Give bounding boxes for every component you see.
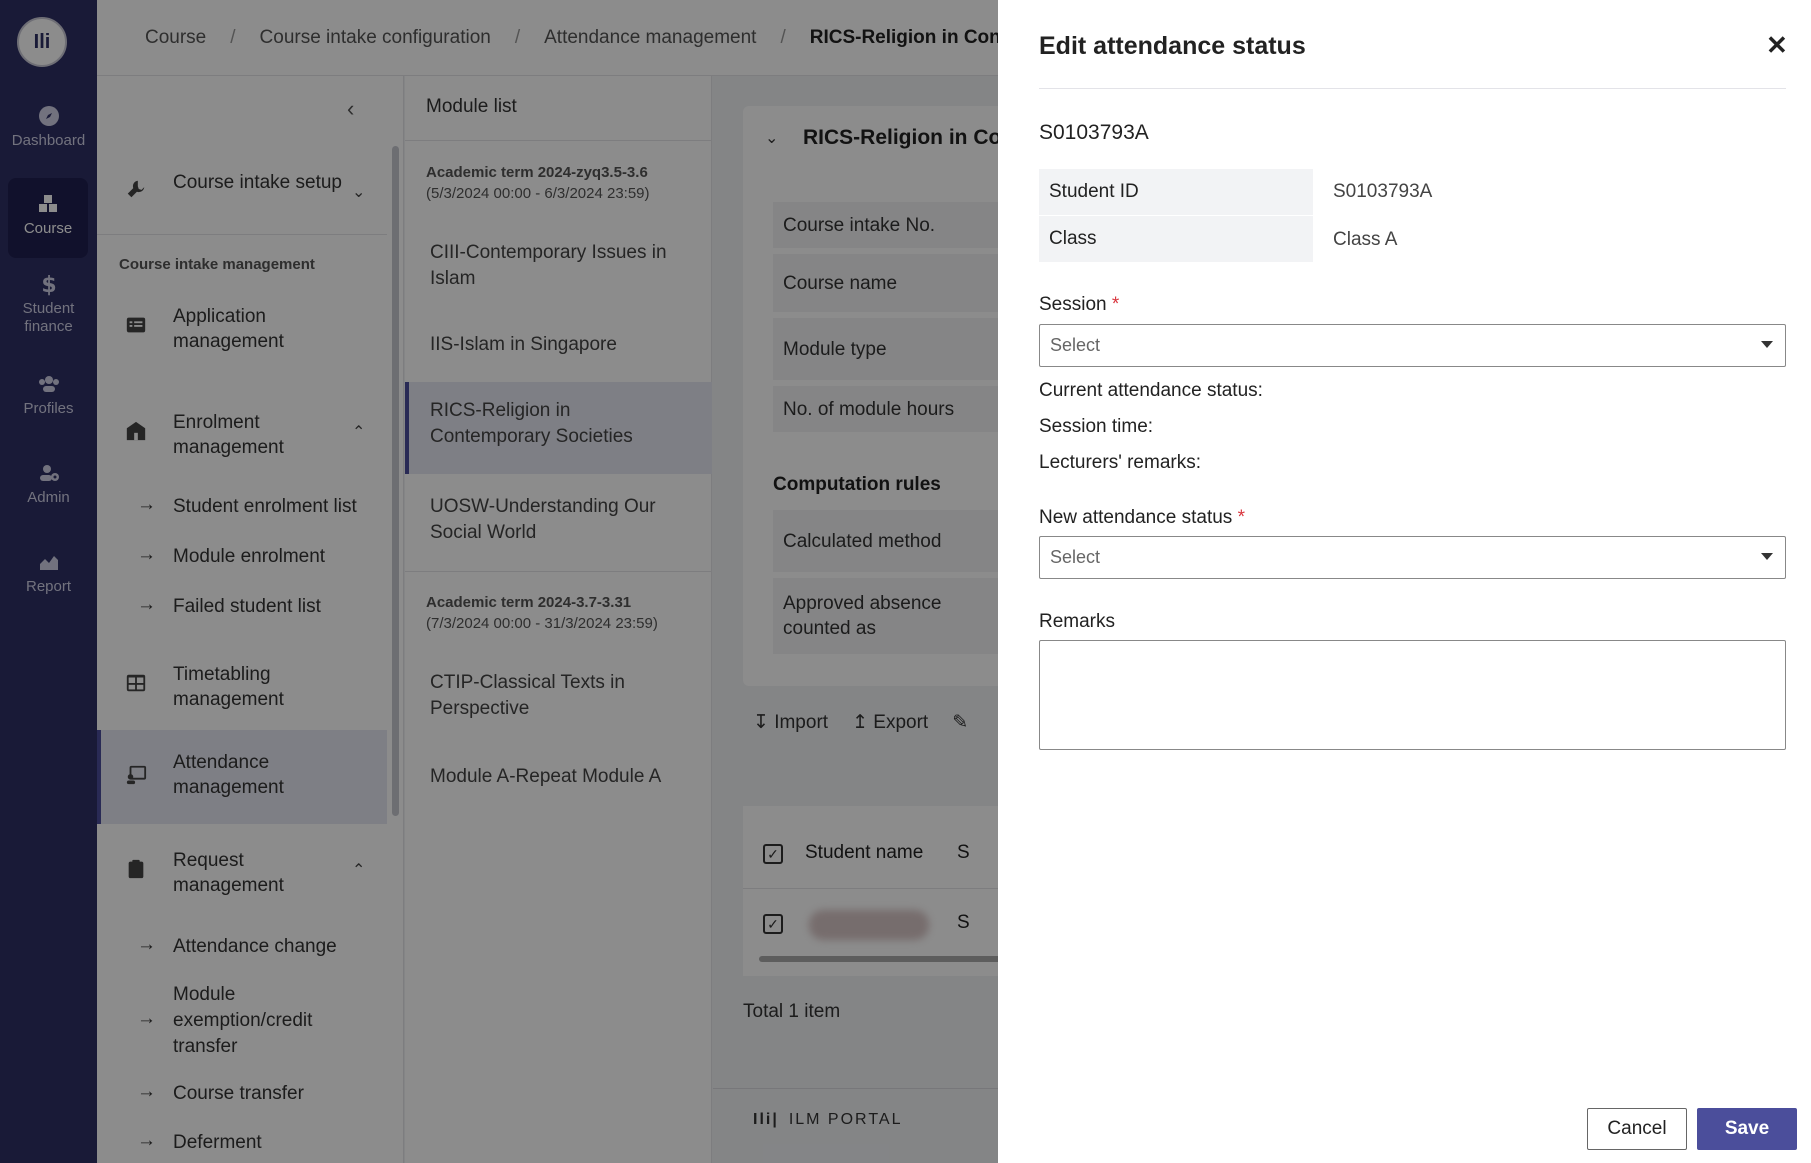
field-label-text: New attendance status [1039, 507, 1233, 528]
session-label: Session * [1039, 294, 1119, 316]
remarks-textarea[interactable] [1039, 640, 1786, 750]
required-marker: * [1237, 507, 1245, 528]
session-time-label: Session time: [1039, 416, 1154, 437]
remarks-label: Remarks [1039, 611, 1116, 632]
drawer-title: Edit attendance status [1039, 32, 1306, 60]
student-id-label: Student ID [1039, 169, 1313, 215]
modal-overlay[interactable] [0, 0, 998, 1163]
new-attendance-status-label: New attendance status * [1039, 507, 1245, 529]
class-label: Class [1039, 216, 1313, 262]
save-button[interactable]: Save [1697, 1108, 1797, 1150]
class-value: Class A [1333, 229, 1398, 250]
current-attendance-status-label: Current attendance status: [1039, 380, 1263, 401]
select-placeholder: Select [1050, 335, 1101, 355]
field-label-text: Session [1039, 294, 1107, 315]
required-marker: * [1111, 294, 1120, 315]
new-attendance-status-select[interactable]: Select [1039, 536, 1786, 579]
cancel-button[interactable]: Cancel [1587, 1108, 1687, 1150]
close-icon[interactable]: ✕ [1766, 30, 1788, 61]
select-placeholder: Select [1050, 547, 1101, 567]
edit-attendance-drawer: Edit attendance status ✕ S0103793A Stude… [998, 0, 1811, 1163]
session-select[interactable]: Select [1039, 324, 1786, 367]
caret-down-icon [1761, 341, 1773, 348]
lecturers-remarks-label: Lecturers' remarks: [1039, 452, 1202, 473]
student-id-value: S0103793A [1333, 181, 1433, 202]
caret-down-icon [1761, 553, 1773, 560]
student-heading: S0103793A [1039, 121, 1149, 144]
divider [1039, 88, 1786, 89]
